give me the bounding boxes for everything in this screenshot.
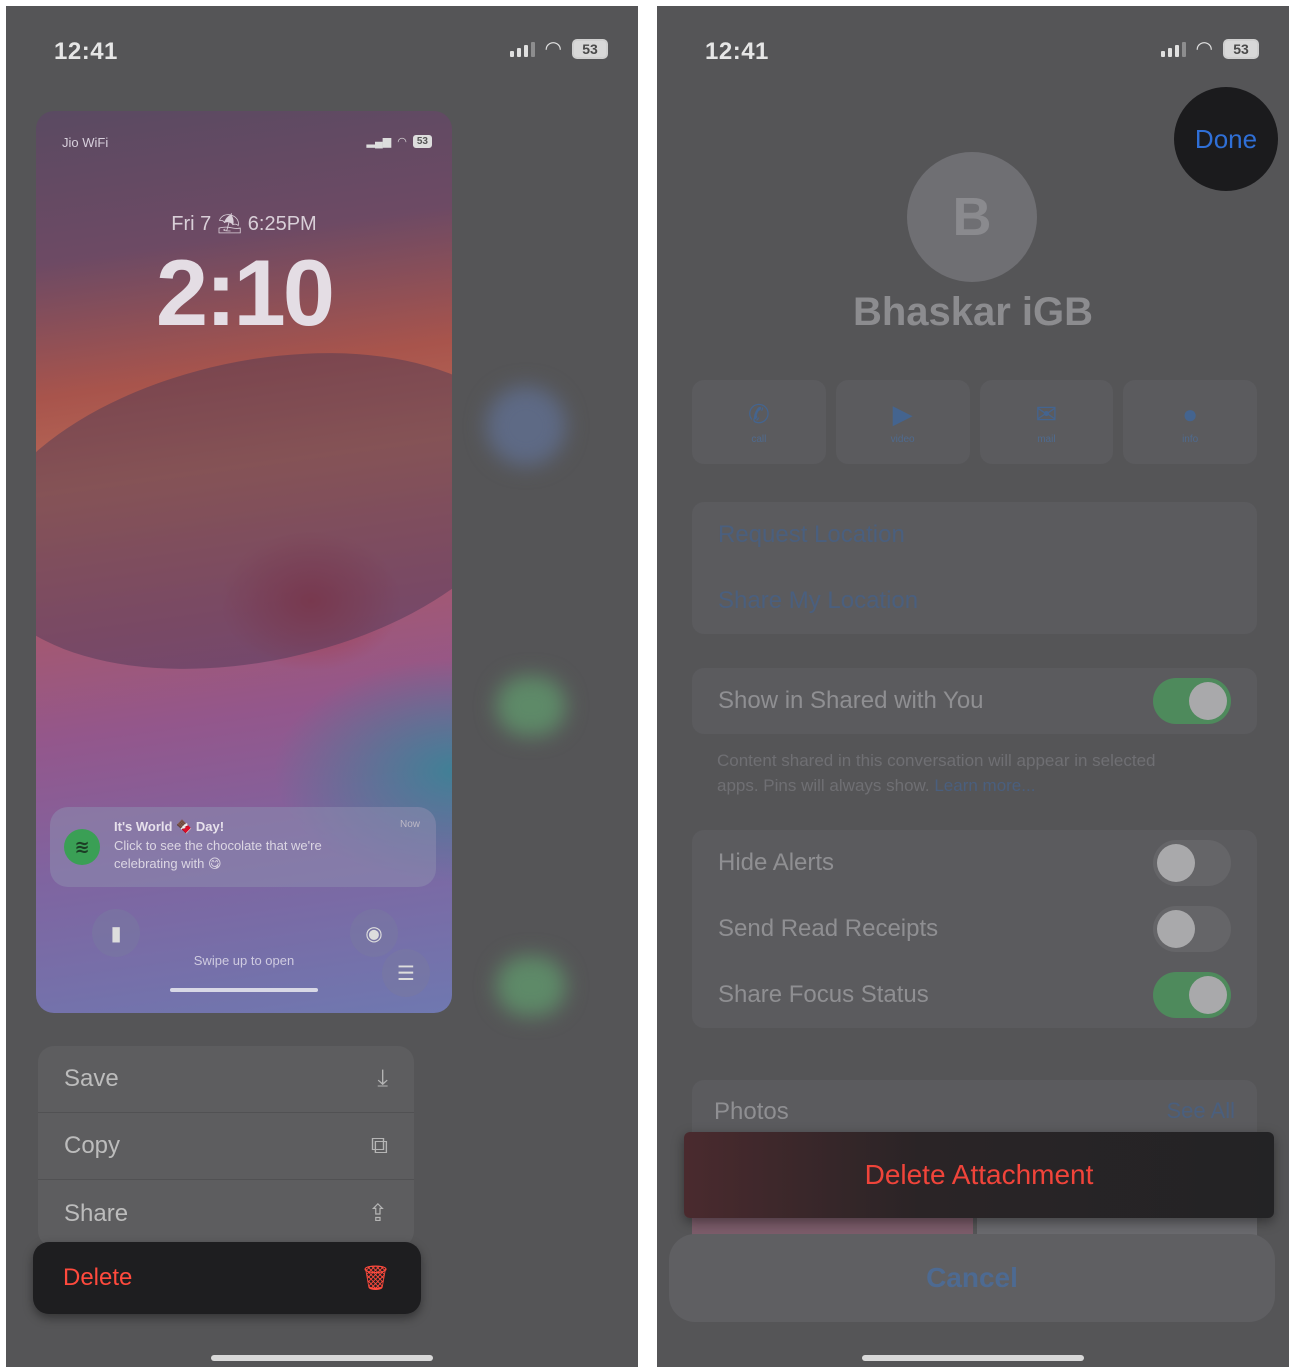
delete-button[interactable]: Delete 🗑 (33, 1242, 421, 1314)
share-location-button[interactable]: Share My Location (692, 568, 1257, 634)
mail-button[interactable]: ✉ mail (979, 380, 1114, 464)
video-button[interactable]: ▶ video (835, 380, 970, 464)
focus-status-label: Share Focus Status (718, 981, 929, 1008)
battery-icon: 53 (412, 135, 432, 148)
info-button[interactable]: ● info (1123, 380, 1257, 464)
shared-with-you-label: Show in Shared with You (718, 687, 984, 714)
mail-icon: ✉ (1035, 399, 1058, 429)
notification-time: Now (399, 819, 420, 830)
lock-status-icons: ▂▄▆ ◠ 53 (367, 135, 432, 148)
carrier-label: Jio WiFi (62, 135, 109, 150)
hide-alerts-row: Hide Alerts (692, 830, 1257, 896)
cellular-signal-icon: ▂▄▆ (366, 136, 392, 148)
call-button[interactable]: ✆ call (692, 380, 826, 464)
status-time: 12:41 (54, 38, 118, 65)
info-icon: ● (1182, 399, 1198, 429)
copy-icon: ⧉ (370, 1132, 388, 1159)
action-label: video (890, 434, 915, 445)
menu-item-label: Save (64, 1065, 119, 1092)
learn-more-link[interactable]: Learn more... (934, 776, 1035, 795)
camera-icon[interactable]: ◉ (350, 909, 398, 957)
read-receipts-label: Send Read Receipts (718, 915, 939, 942)
status-bar-icons: ◠ 53 (1160, 36, 1259, 61)
save-icon: ⤓ (377, 1065, 388, 1092)
avatar: B (907, 152, 1037, 282)
wifi-icon: ◠ (1195, 38, 1213, 60)
read-receipts-toggle[interactable] (1153, 906, 1231, 952)
wifi-icon: ◠ (544, 38, 562, 60)
background-blur (496, 676, 566, 736)
shared-with-you-row: Show in Shared with You (692, 668, 1257, 734)
notification-body: Click to see the chocolate that we're ce… (114, 838, 322, 871)
delete-attachment-button[interactable]: Delete Attachment (684, 1132, 1274, 1218)
background-blur (486, 386, 566, 466)
done-button[interactable]: Done (1174, 87, 1278, 191)
flashlight-icon[interactable]: ▮ (92, 909, 140, 957)
contact-actions: ✆ call ▶ video ✉ mail ● info (692, 380, 1257, 464)
background-blur (496, 956, 566, 1016)
cancel-button[interactable]: Cancel (669, 1234, 1275, 1322)
delete-label: Delete (63, 1264, 133, 1291)
hide-alerts-toggle[interactable] (1153, 840, 1231, 886)
cellular-signal-icon (509, 41, 535, 57)
home-indicator (211, 1355, 433, 1361)
battery-icon: 53 (1223, 38, 1259, 59)
shared-with-you-group: Show in Shared with You (692, 668, 1257, 734)
action-label: call (751, 434, 767, 445)
battery-icon: 53 (572, 38, 608, 59)
lock-screen-preview: Jio WiFi ▂▄▆ ◠ 53 Fri 7 ⛱ 6:25PM 2:10 ≋ … (36, 111, 452, 1013)
status-time: 12:41 (705, 38, 769, 65)
swipe-hint: Swipe up to open (193, 953, 295, 968)
wifi-icon: ◠ (397, 136, 407, 148)
menu-item-save[interactable]: Save ⤓ (38, 1046, 414, 1113)
read-receipts-row: Send Read Receipts (692, 896, 1257, 962)
right-phone-screen: 12:41 ◠ 53 Done B Bhaskar iGB ✆ call ▶ v… (657, 6, 1289, 1367)
status-bar-icons: ◠ 53 (509, 36, 608, 61)
action-label: mail (1037, 434, 1056, 445)
shared-with-you-footnote: Content shared in this conversation will… (717, 751, 1156, 795)
cellular-signal-icon (1160, 41, 1186, 57)
action-label: info (1182, 434, 1199, 445)
lock-time: 2:10 (155, 240, 335, 345)
hide-alerts-label: Hide Alerts (718, 849, 835, 876)
phone-icon: ✆ (747, 399, 770, 429)
trash-icon: 🗑 (360, 1264, 391, 1292)
menu-item-label: Copy (64, 1132, 121, 1159)
location-group: Request Location Share My Location (692, 502, 1257, 634)
notification-title: It's World 🍫 Day! (114, 819, 225, 834)
lock-date: Fri 7 ⛱ 6:25PM (171, 213, 317, 235)
home-indicator (862, 1355, 1084, 1361)
left-phone-screen: 12:41 ◠ 53 Jio WiFi ▂▄▆ ◠ 53 Fri 7 ⛱ 6:2… (6, 6, 638, 1367)
video-icon: ▶ (892, 399, 913, 429)
conversation-settings-group: Hide Alerts Send Read Receipts Share Foc… (692, 830, 1257, 1028)
menu-item-label: Share (64, 1199, 129, 1227)
menu-item-share[interactable]: Share ⇪ (38, 1180, 414, 1247)
contact-name: Bhaskar iGB (852, 290, 1094, 334)
menu-item-copy[interactable]: Copy ⧉ (38, 1113, 414, 1180)
spotify-icon: ≋ (64, 829, 100, 865)
shared-with-you-toggle[interactable] (1153, 678, 1231, 724)
lock-home-indicator (170, 988, 318, 992)
share-icon: ⇪ (367, 1200, 388, 1227)
request-location-button[interactable]: Request Location (692, 502, 1257, 568)
focus-status-toggle[interactable] (1153, 972, 1231, 1018)
notification[interactable]: ≋ It's World 🍫 Day! Click to see the cho… (50, 807, 436, 887)
focus-status-row: Share Focus Status (692, 962, 1257, 1028)
context-menu: Save ⤓ Copy ⧉ Share ⇪ (38, 1046, 414, 1247)
